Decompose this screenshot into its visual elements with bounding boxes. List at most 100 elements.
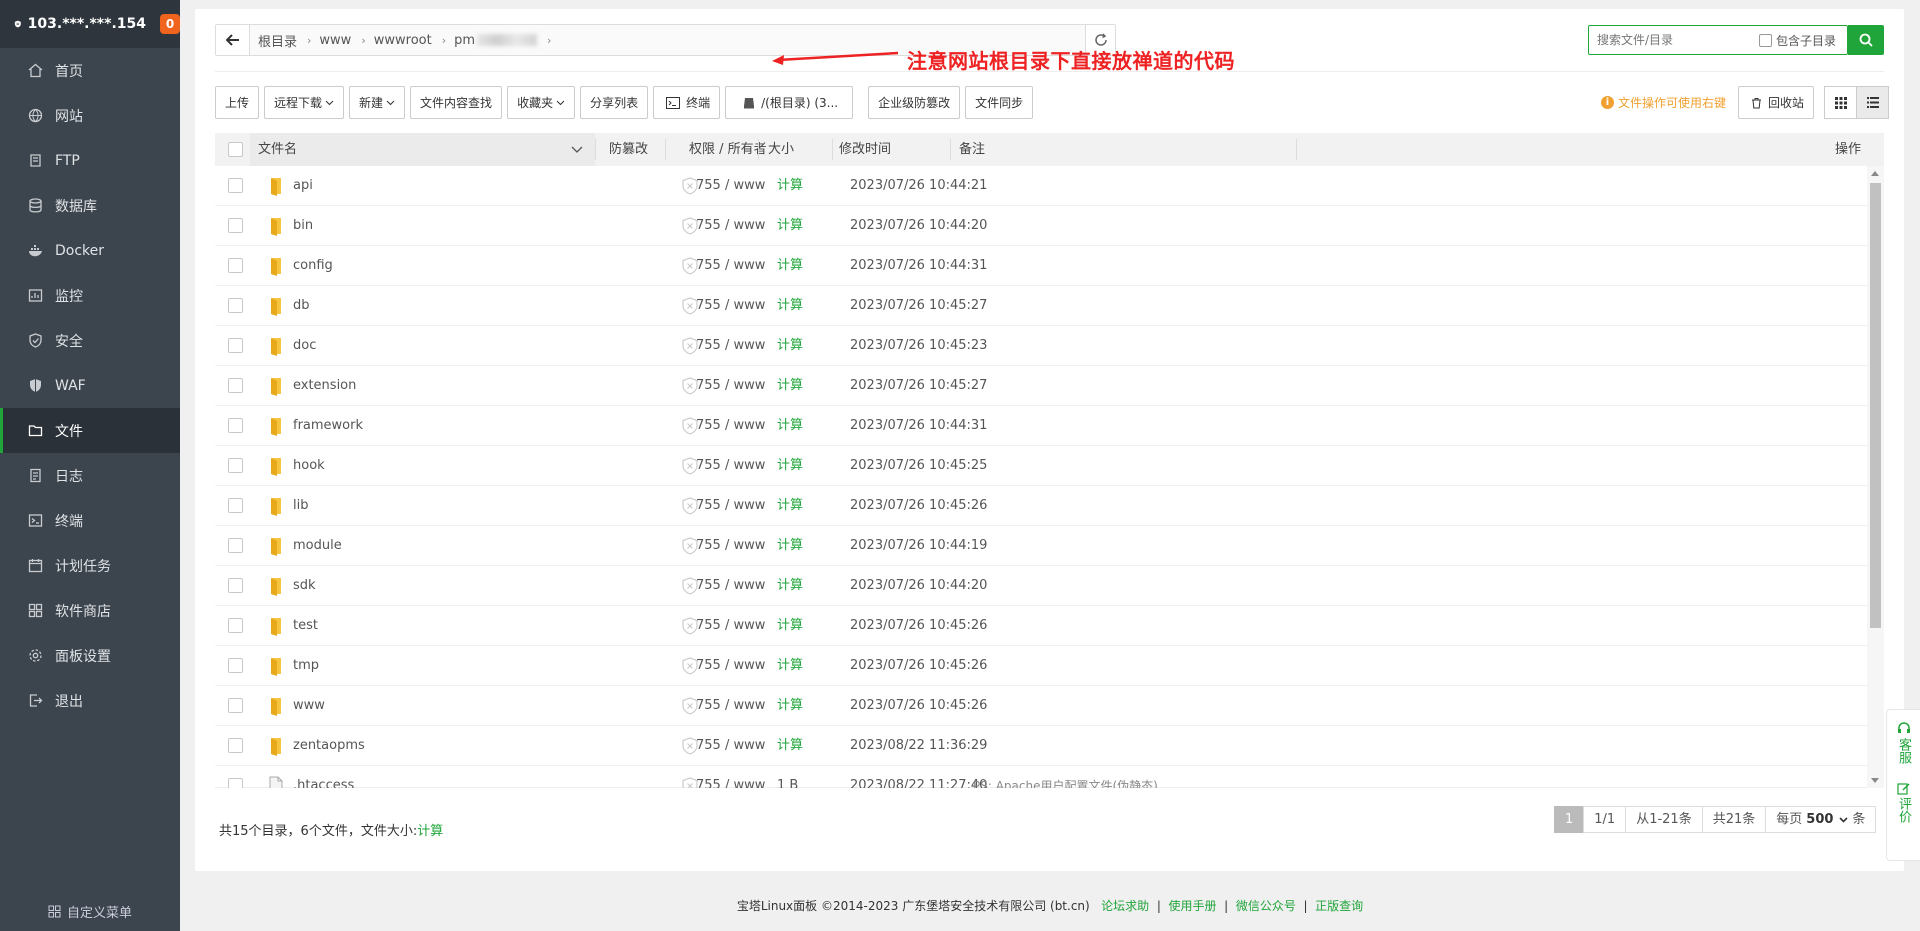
sidebar-item-5[interactable]: 监控 xyxy=(0,273,180,318)
crumb-wwwroot[interactable]: wwwroot › xyxy=(374,33,446,48)
custom-menu-button[interactable]: 自定义菜单 xyxy=(0,902,180,921)
col-remark[interactable]: 备注 xyxy=(959,133,985,166)
row-checkbox[interactable] xyxy=(228,538,243,553)
file-name[interactable]: sdk xyxy=(293,566,316,606)
scroll-thumb[interactable] xyxy=(1870,183,1881,628)
row-checkbox[interactable] xyxy=(228,378,243,393)
table-row[interactable]: bin 755 / www 计算 2023/07/26 10:44:20 xyxy=(215,206,1867,246)
manual-link[interactable]: 使用手册 xyxy=(1169,899,1217,913)
per-page-value[interactable]: 500 xyxy=(1806,807,1848,832)
table-row[interactable]: api 755 / www 计算 2023/07/26 10:44:21 xyxy=(215,166,1867,206)
terminal-button[interactable]: 终端 xyxy=(653,86,721,119)
row-checkbox[interactable] xyxy=(228,498,243,513)
file-size[interactable]: 计算 xyxy=(777,366,803,406)
file-name[interactable]: db xyxy=(293,286,310,326)
file-name[interactable]: hook xyxy=(293,446,325,486)
file-perm[interactable]: 755 / www xyxy=(696,686,765,726)
col-tamper[interactable]: 防篡改 xyxy=(609,133,648,166)
table-row[interactable]: lib 755 / www 计算 2023/07/26 10:45:26 xyxy=(215,486,1867,526)
file-name[interactable]: test xyxy=(293,606,318,646)
license-link[interactable]: 正版查询 xyxy=(1315,899,1363,913)
customer-service-button[interactable]: 客服 xyxy=(1896,722,1911,764)
checkbox[interactable] xyxy=(1759,33,1772,47)
row-checkbox[interactable] xyxy=(228,778,243,788)
row-checkbox[interactable] xyxy=(228,578,243,593)
row-checkbox[interactable] xyxy=(228,738,243,753)
file-size[interactable]: 计算 xyxy=(777,286,803,326)
share-list-button[interactable]: 分享列表 xyxy=(580,86,649,119)
col-mtime[interactable]: 修改时间 xyxy=(839,133,891,166)
file-size[interactable]: 计算 xyxy=(777,686,803,726)
file-perm[interactable]: 755 / www xyxy=(696,406,765,446)
file-perm[interactable]: 755 / www xyxy=(696,646,765,686)
favorites-button[interactable]: 收藏夹 xyxy=(507,86,576,119)
row-checkbox[interactable] xyxy=(228,698,243,713)
upload-button[interactable]: 上传 xyxy=(215,86,260,119)
file-name[interactable]: www xyxy=(293,686,325,726)
sidebar-item-11[interactable]: 计划任务 xyxy=(0,543,180,588)
col-name[interactable]: 文件名 xyxy=(250,133,595,166)
file-name[interactable]: lib xyxy=(293,486,308,526)
row-checkbox[interactable] xyxy=(228,458,243,473)
file-name[interactable]: framework xyxy=(293,406,363,446)
file-perm[interactable]: 755 / www xyxy=(696,326,765,366)
file-size[interactable]: 计算 xyxy=(777,566,803,606)
row-checkbox[interactable] xyxy=(228,298,243,313)
row-checkbox[interactable] xyxy=(228,658,243,673)
sidebar-item-12[interactable]: 软件商店 xyxy=(0,588,180,633)
row-checkbox[interactable] xyxy=(228,338,243,353)
sidebar-item-8[interactable]: 文件 xyxy=(0,408,180,453)
file-perm[interactable]: 755 / www xyxy=(696,446,765,486)
file-size[interactable]: 计算 xyxy=(777,606,803,646)
row-checkbox[interactable] xyxy=(228,418,243,433)
sidebar-item-13[interactable]: 面板设置 xyxy=(0,633,180,678)
wechat-link[interactable]: 微信公众号 xyxy=(1236,899,1296,913)
file-name[interactable]: doc xyxy=(293,326,316,366)
table-row[interactable]: sdk 755 / www 计算 2023/07/26 10:44:20 xyxy=(215,566,1867,606)
file-name[interactable]: api xyxy=(293,166,313,206)
review-button[interactable]: 评价 xyxy=(1896,782,1911,823)
forum-link[interactable]: 论坛求助 xyxy=(1101,899,1149,913)
file-size[interactable]: 计算 xyxy=(777,166,803,206)
file-size[interactable]: 计算 xyxy=(777,486,803,526)
file-remark[interactable]: PS: Apache用户配置文件(伪静态) xyxy=(973,766,1158,788)
table-row[interactable]: db 755 / www 计算 2023/07/26 10:45:27 xyxy=(215,286,1867,326)
crumb-www[interactable]: www › xyxy=(319,33,365,48)
file-name[interactable]: module xyxy=(293,526,342,566)
sidebar-item-4[interactable]: Docker xyxy=(0,228,180,273)
calc-size-link[interactable]: 计算 xyxy=(417,824,443,839)
sidebar-item-2[interactable]: FTP xyxy=(0,138,180,183)
file-size[interactable]: 计算 xyxy=(777,646,803,686)
file-name[interactable]: extension xyxy=(293,366,356,406)
table-row[interactable]: zentaopms 755 / www 计算 2023/08/22 11:36:29 xyxy=(215,726,1867,766)
file-perm[interactable]: 755 / www xyxy=(696,246,765,286)
sidebar-item-10[interactable]: 终端 xyxy=(0,498,180,543)
content-search-button[interactable]: 文件内容查找 xyxy=(410,86,503,119)
table-row[interactable]: module 755 / www 计算 2023/07/26 10:44:19 xyxy=(215,526,1867,566)
remote-download-button[interactable]: 远程下载 xyxy=(264,86,345,119)
page-1-button[interactable]: 1 xyxy=(1554,806,1585,833)
row-checkbox[interactable] xyxy=(228,258,243,273)
table-row[interactable]: tmp 755 / www 计算 2023/07/26 10:45:26 xyxy=(215,646,1867,686)
table-row[interactable]: framework 755 / www 计算 2023/07/26 10:44:31 xyxy=(215,406,1867,446)
per-page-select[interactable]: 每页 500 条 xyxy=(1765,806,1877,833)
recycle-bin-button[interactable]: 回收站 xyxy=(1737,86,1814,119)
crumb-site[interactable]: pm › xyxy=(454,33,551,48)
table-scrollbar[interactable] xyxy=(1867,166,1884,788)
sidebar-item-0[interactable]: 首页 xyxy=(0,48,180,93)
file-size[interactable]: 计算 xyxy=(777,206,803,246)
file-perm[interactable]: 755 / www xyxy=(696,486,765,526)
grid-view-button[interactable] xyxy=(1824,86,1857,119)
disk-button[interactable]: /(根目录) (3... xyxy=(725,86,854,119)
server-header[interactable]: 103.***.***.154 0 xyxy=(0,0,180,48)
scroll-up-arrow[interactable] xyxy=(1871,171,1879,176)
new-button[interactable]: 新建 xyxy=(349,86,406,119)
sidebar-item-7[interactable]: WAF xyxy=(0,363,180,408)
col-size[interactable]: 大小 xyxy=(768,133,794,166)
file-perm[interactable]: 755 / www xyxy=(696,726,765,766)
sidebar-item-1[interactable]: 网站 xyxy=(0,93,180,138)
table-row[interactable]: test 755 / www 计算 2023/07/26 10:45:26 xyxy=(215,606,1867,646)
sidebar-item-14[interactable]: 退出 xyxy=(0,678,180,723)
table-row[interactable]: hook 755 / www 计算 2023/07/26 10:45:25 xyxy=(215,446,1867,486)
table-row[interactable]: config 755 / www 计算 2023/07/26 10:44:31 xyxy=(215,246,1867,286)
